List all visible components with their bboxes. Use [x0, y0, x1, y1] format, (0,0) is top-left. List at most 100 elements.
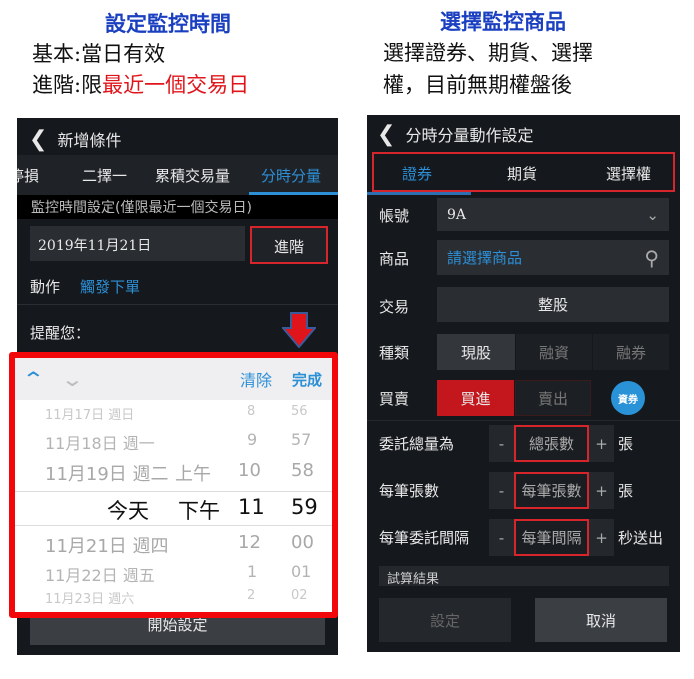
per-minus[interactable]: - [489, 472, 514, 509]
picker-minute: 59 [291, 495, 318, 519]
tab-either[interactable]: 二擇一 [82, 165, 127, 186]
total-unit: 張 [618, 435, 634, 453]
product-placeholder: 請選擇商品 [447, 249, 523, 267]
tab-bar: 停損 二擇一 累積交易量 分時分量 [17, 155, 338, 195]
type-cash[interactable]: 現股 [437, 334, 515, 370]
header: ❮ 分時分量動作設定 [377, 119, 533, 149]
picker-hour: 12 [238, 532, 261, 553]
picker-date: 11月23日 週六 [45, 592, 135, 607]
account-label: 帳號 [379, 207, 410, 225]
active-tab-underline [367, 192, 471, 195]
tab-stop-loss[interactable]: 停損 [17, 165, 39, 186]
tab-time-volume[interactable]: 分時分量 [261, 165, 321, 186]
back-chevron-icon[interactable]: ❮ [29, 127, 47, 152]
basic-note: 基本:當日有效 [32, 42, 166, 66]
buy-button[interactable]: 買進 [437, 380, 514, 416]
total-plus[interactable]: + [589, 425, 614, 462]
total-input[interactable]: 總張數 [514, 425, 589, 462]
set-button[interactable]: 設定 [379, 598, 511, 642]
picker-date: 11月19日 週二 [45, 464, 169, 485]
interval-input[interactable]: 每筆間隔 [514, 519, 589, 556]
result-label: 試算結果 [379, 566, 669, 587]
chevron-down-icon[interactable]: ⌄ [60, 367, 83, 391]
action-link[interactable]: 觸發下單 [80, 276, 140, 297]
picker-date: 11月17日 週日 [45, 408, 135, 423]
interval-plus[interactable]: + [589, 519, 614, 556]
picker-wheel[interactable]: 11月17日 週日 8 56 11月18日 週一 9 57 11月19日 週二 上午 10 58 今… [15, 400, 332, 612]
per-plus[interactable]: + [589, 472, 614, 509]
interval-minus[interactable]: - [489, 519, 514, 556]
remind-label: 提醒您： [30, 324, 91, 342]
picker-hour: 11 [238, 495, 265, 519]
picker-minute: 57 [291, 430, 312, 449]
picker-toolbar: ⌃ ⌄ 清除 完成 [15, 358, 332, 400]
header-title: 分時分量動作設定 [405, 126, 534, 145]
picker-ampm: 下午 [178, 499, 220, 523]
advanced-note: 進階:限最近一個交易日 [32, 70, 249, 101]
header: ❮ 新增條件 [29, 124, 121, 154]
trade-button[interactable]: 整股 [437, 287, 669, 322]
done-button[interactable]: 完成 [292, 369, 322, 390]
monitor-label: 監控時間設定(僅限最近一個交易日) [17, 195, 338, 219]
advanced-highlight: 最近一個交易日 [102, 73, 250, 97]
picker-hour: 2 [247, 588, 256, 603]
per-unit: 張 [618, 482, 634, 500]
picker-date: 11月22日 週五 [45, 566, 155, 585]
tab-futures[interactable]: 期貨 [507, 163, 537, 184]
right-desc-2: 權，目前無期權盤後 [383, 73, 572, 97]
sell-button[interactable]: 賣出 [515, 380, 591, 416]
header-title: 新增條件 [57, 131, 122, 150]
search-icon[interactable]: ⚲ [644, 246, 659, 270]
chevron-down-icon: ⌄ [646, 205, 659, 224]
type-label: 種類 [379, 344, 410, 362]
datetime-picker: ⌃ ⌄ 清除 完成 11月17日 週日 8 56 11月18日 週一 9 57 11月19日… [9, 352, 338, 618]
picker-date: 今天 [107, 499, 149, 523]
picker-ampm: 上午 [175, 464, 211, 485]
total-minus[interactable]: - [489, 425, 514, 462]
interval-unit: 秒送出 [618, 529, 664, 547]
back-chevron-icon[interactable]: ❮ [377, 122, 395, 147]
tab-cumulative-volume[interactable]: 累積交易量 [155, 165, 230, 186]
type-margin[interactable]: 融資 [516, 334, 592, 370]
picker-minute: 58 [291, 460, 314, 481]
per-input[interactable]: 每筆張數 [514, 472, 589, 509]
picker-minute: 01 [291, 562, 312, 581]
right-title: 選擇監控商品 [440, 10, 566, 34]
selection-band [15, 491, 332, 526]
divider [17, 304, 338, 305]
picker-hour: 8 [247, 404, 256, 419]
date-field[interactable]: 2019年11月21日 [30, 226, 245, 261]
picker-minute: 02 [291, 588, 308, 603]
right-desc-1: 選擇證券、期貨、選擇 [383, 41, 593, 65]
side-label: 買賣 [379, 390, 410, 408]
picker-date: 11月18日 週一 [45, 434, 155, 453]
advanced-button[interactable]: 進階 [250, 226, 328, 264]
total-label: 委託總量為 [379, 435, 455, 453]
action-label: 動作 [30, 278, 61, 296]
picker-date: 11月21日 週四 [45, 536, 169, 557]
tab-securities[interactable]: 證券 [402, 163, 432, 184]
account-value: 9A [447, 206, 467, 223]
picker-hour: 1 [247, 562, 258, 581]
credit-badge[interactable]: 資券 [611, 381, 645, 415]
picker-minute: 56 [291, 404, 308, 419]
per-label: 每筆張數 [379, 482, 440, 500]
account-select[interactable]: 9A ⌄ [437, 198, 669, 231]
tab-options[interactable]: 選擇權 [606, 163, 651, 184]
trade-label: 交易 [379, 298, 410, 316]
cancel-button[interactable]: 取消 [535, 598, 667, 642]
product-search[interactable]: 請選擇商品 ⚲ [437, 240, 669, 275]
picker-minute: 00 [291, 532, 314, 553]
market-tabs: 證券 期貨 選擇權 [372, 152, 675, 192]
picker-hour: 9 [247, 430, 258, 449]
picker-hour: 10 [238, 460, 261, 481]
advanced-prefix: 進階:限 [32, 73, 103, 97]
type-short[interactable]: 融券 [593, 334, 669, 370]
interval-label: 每筆委託間隔 [379, 529, 470, 547]
clear-button[interactable]: 清除 [240, 367, 272, 391]
right-phone-screen: ❮ 分時分量動作設定 證券 期貨 選擇權 帳號 9A ⌄ 商品 請選擇商品 ⚲ 交易… [367, 115, 680, 652]
down-arrow-icon [282, 312, 316, 348]
product-label: 商品 [379, 250, 410, 268]
divider [367, 420, 680, 421]
chevron-up-icon[interactable]: ⌃ [22, 367, 45, 391]
